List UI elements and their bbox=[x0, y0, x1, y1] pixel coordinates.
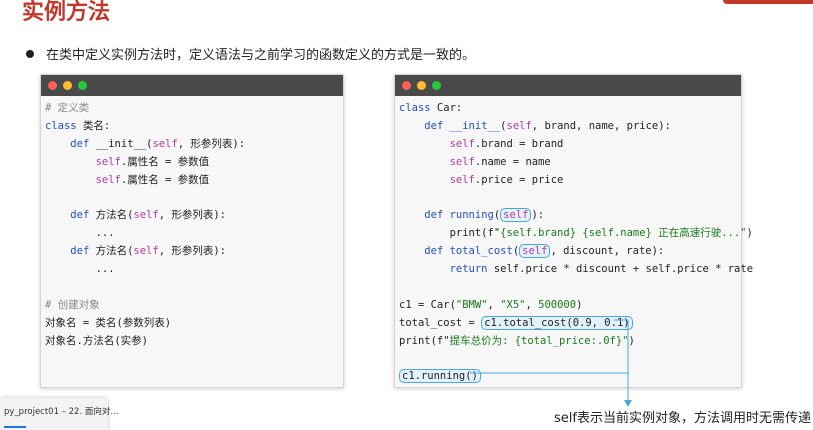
annotation-text: self表示当前实例对象，方法调用时无需传递 bbox=[554, 411, 811, 426]
taskbar-preview[interactable]: py_project01 – 22. 面向对... bbox=[0, 398, 118, 430]
taskbar-label: py_project01 – 22. 面向对... bbox=[4, 407, 119, 417]
annotation-connector bbox=[470, 319, 632, 407]
taskbar-active-indicator bbox=[4, 426, 26, 428]
